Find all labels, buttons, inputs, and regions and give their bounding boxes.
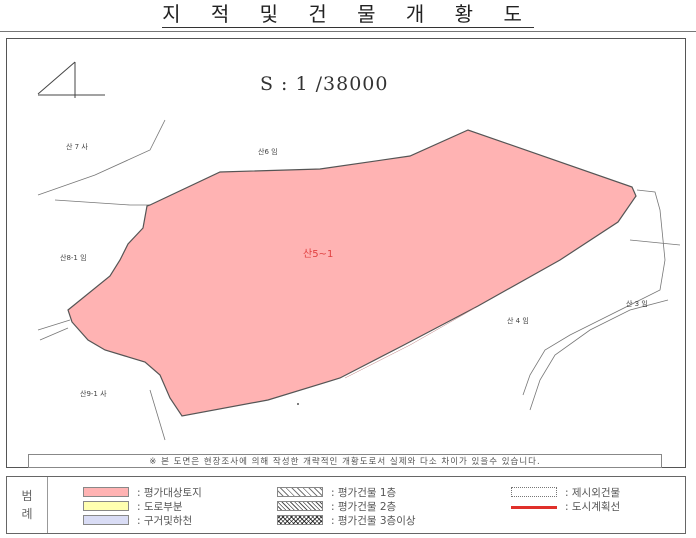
building-1f-swatch (277, 487, 323, 497)
parcel-boundary-line (629, 239, 681, 246)
building-3f-plus-swatch (277, 515, 323, 525)
north-arrow-icon (37, 61, 105, 98)
parcel-boundary-line (149, 389, 166, 441)
parcel-boundary-line (37, 119, 166, 196)
parcel-boundary-line (39, 327, 69, 341)
disclaimer-note: ※ 본 도면은 현장조사에 의해 작성한 개략적인 개황도로서 실제와 다소 차… (28, 454, 662, 468)
parcel-boundary-line (529, 299, 669, 411)
road-swatch (83, 501, 129, 511)
survey-point (297, 403, 299, 405)
parcel-label-san4: 산 4 임 (507, 317, 529, 325)
parcel-label-san9-1: 산9-1 사 (80, 390, 107, 398)
unlisted-building-swatch (511, 487, 557, 497)
parcel-label-san7: 산 7 사 (66, 143, 88, 151)
parcel-boundary-line (37, 319, 71, 331)
parcel-boundary-line (54, 199, 150, 206)
parcel-label-main: 산5~1 (303, 249, 334, 260)
legend-divider (47, 477, 48, 533)
city-plan-line-swatch (511, 506, 557, 509)
subject-land-parcel (67, 129, 637, 417)
parcel-label-san8-1: 산8-1 임 (60, 254, 87, 262)
map-scale: S : 1 /38000 (260, 73, 389, 95)
legend: 범 례 : 평가대상토지 : 도로부분 : 구거및하천 : 평가건물 1층 : … (6, 476, 686, 534)
ditch-stream-swatch (83, 515, 129, 525)
parcel-label-san6: 산6 임 (258, 148, 278, 156)
subject-land-swatch (83, 487, 129, 497)
legend-title: 범 례 (21, 489, 35, 521)
building-2f-swatch (277, 501, 323, 511)
parcel-label-san3: 산 3 임 (626, 300, 648, 308)
